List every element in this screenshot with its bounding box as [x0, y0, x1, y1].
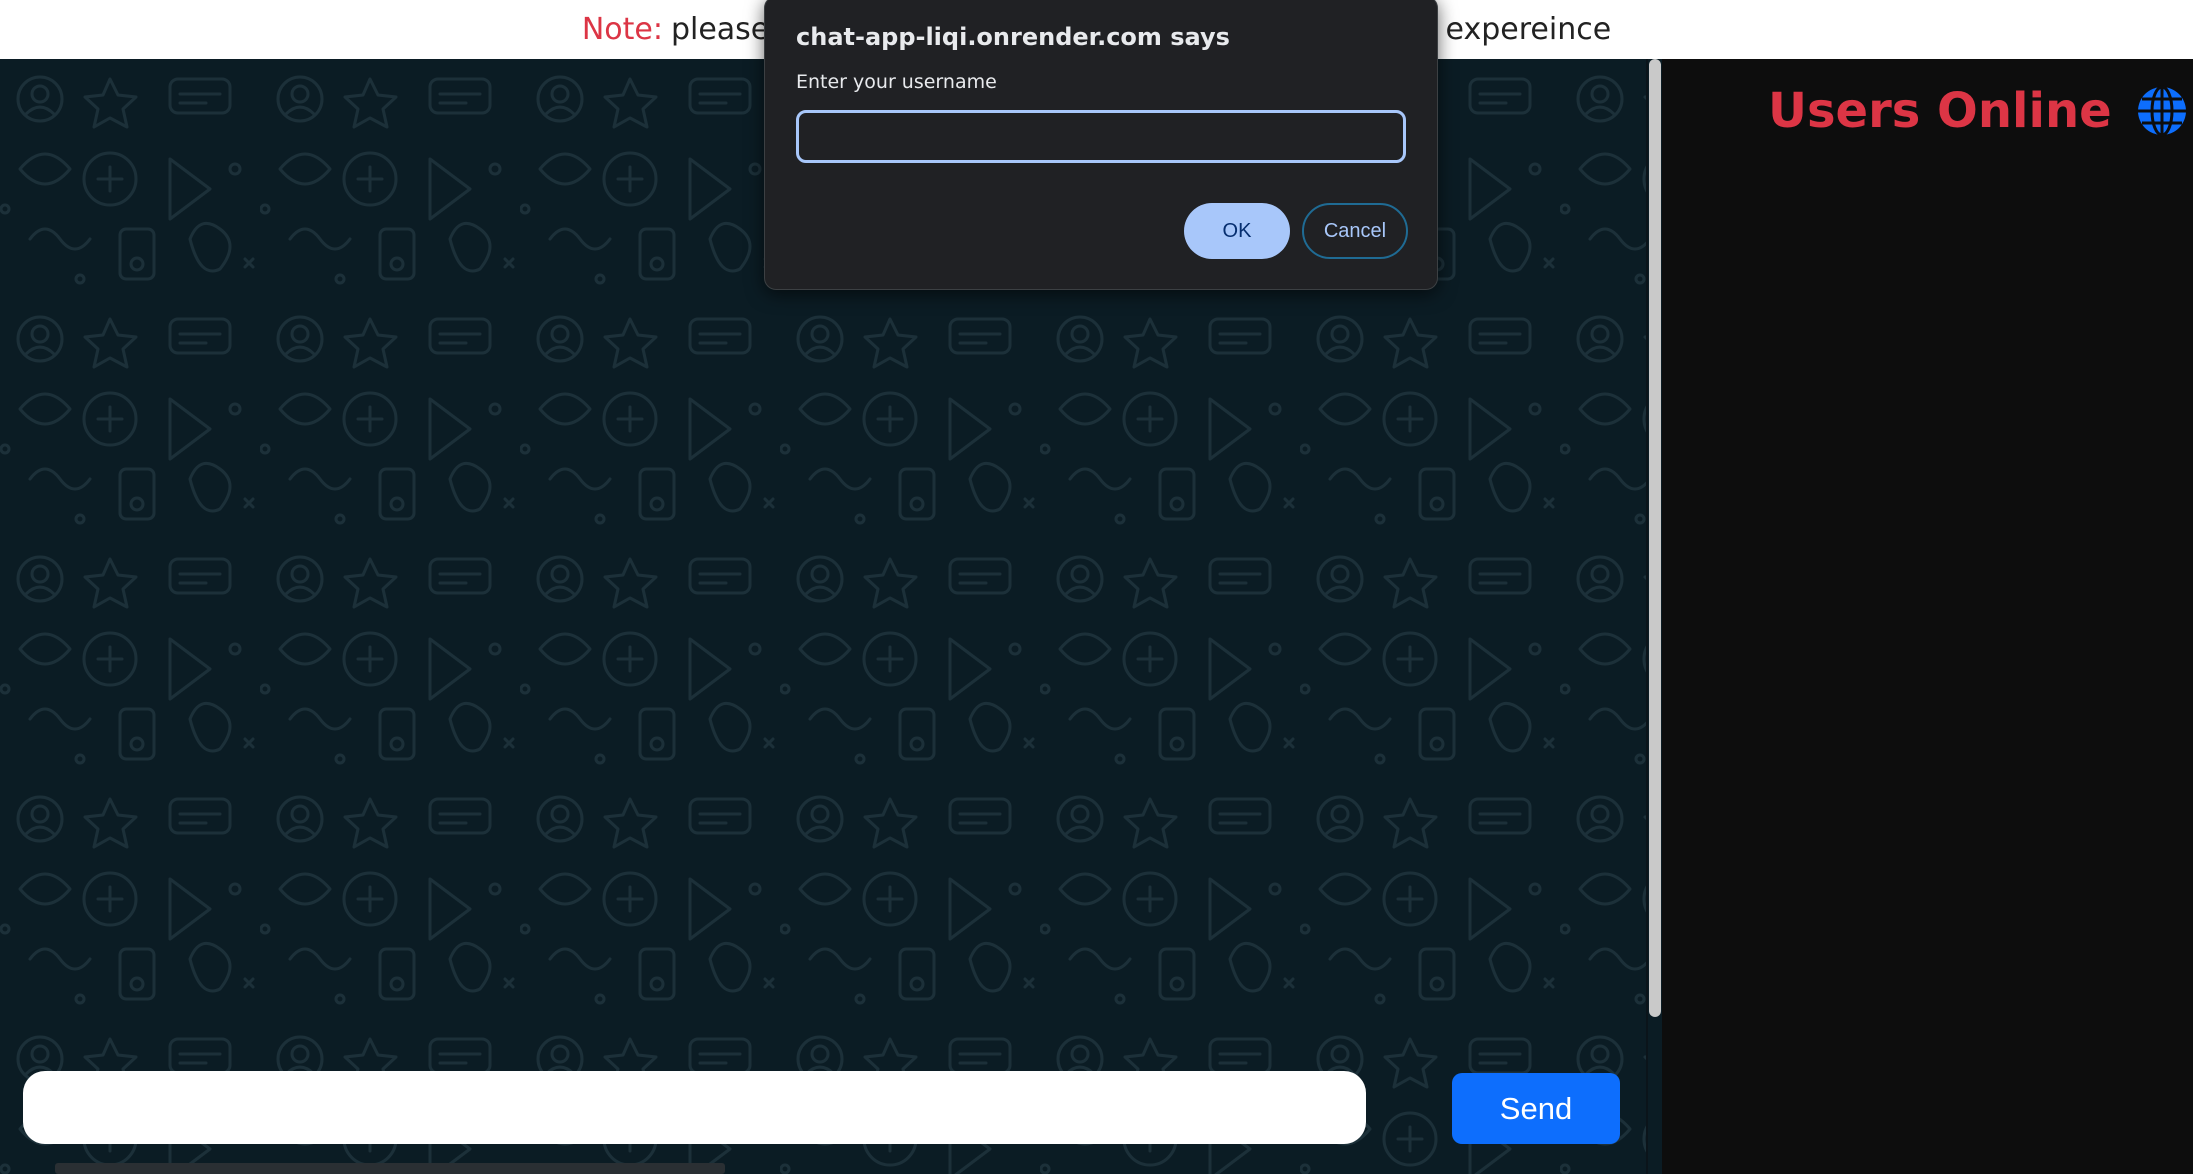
message-input[interactable] — [23, 1071, 1366, 1144]
send-button[interactable]: Send — [1452, 1073, 1620, 1144]
ok-button[interactable]: OK — [1184, 203, 1290, 259]
dialog-prompt-label: Enter your username — [796, 71, 997, 93]
globe-icon — [2137, 85, 2186, 137]
note-label: Note: — [581, 12, 663, 47]
username-prompt-dialog: chat-app-liqi.onrender.com says Enter yo… — [764, 0, 1438, 290]
username-input[interactable] — [796, 110, 1406, 163]
dialog-title: chat-app-liqi.onrender.com says — [796, 23, 1230, 51]
chat-app-page: Note: please t expereince Users Online S… — [0, 0, 2193, 1174]
users-online-sidebar: Users Online — [1662, 59, 2193, 1174]
chat-scrollbar-thumb[interactable] — [1649, 59, 1661, 1017]
users-online-header: Users Online — [1768, 71, 2188, 151]
users-online-title: Users Online — [1768, 83, 2112, 139]
bottom-edge-strip — [55, 1163, 725, 1174]
note-text-tail: t expereince — [1424, 12, 1612, 47]
cancel-button[interactable]: Cancel — [1302, 203, 1408, 259]
note-text: please — [670, 12, 770, 47]
